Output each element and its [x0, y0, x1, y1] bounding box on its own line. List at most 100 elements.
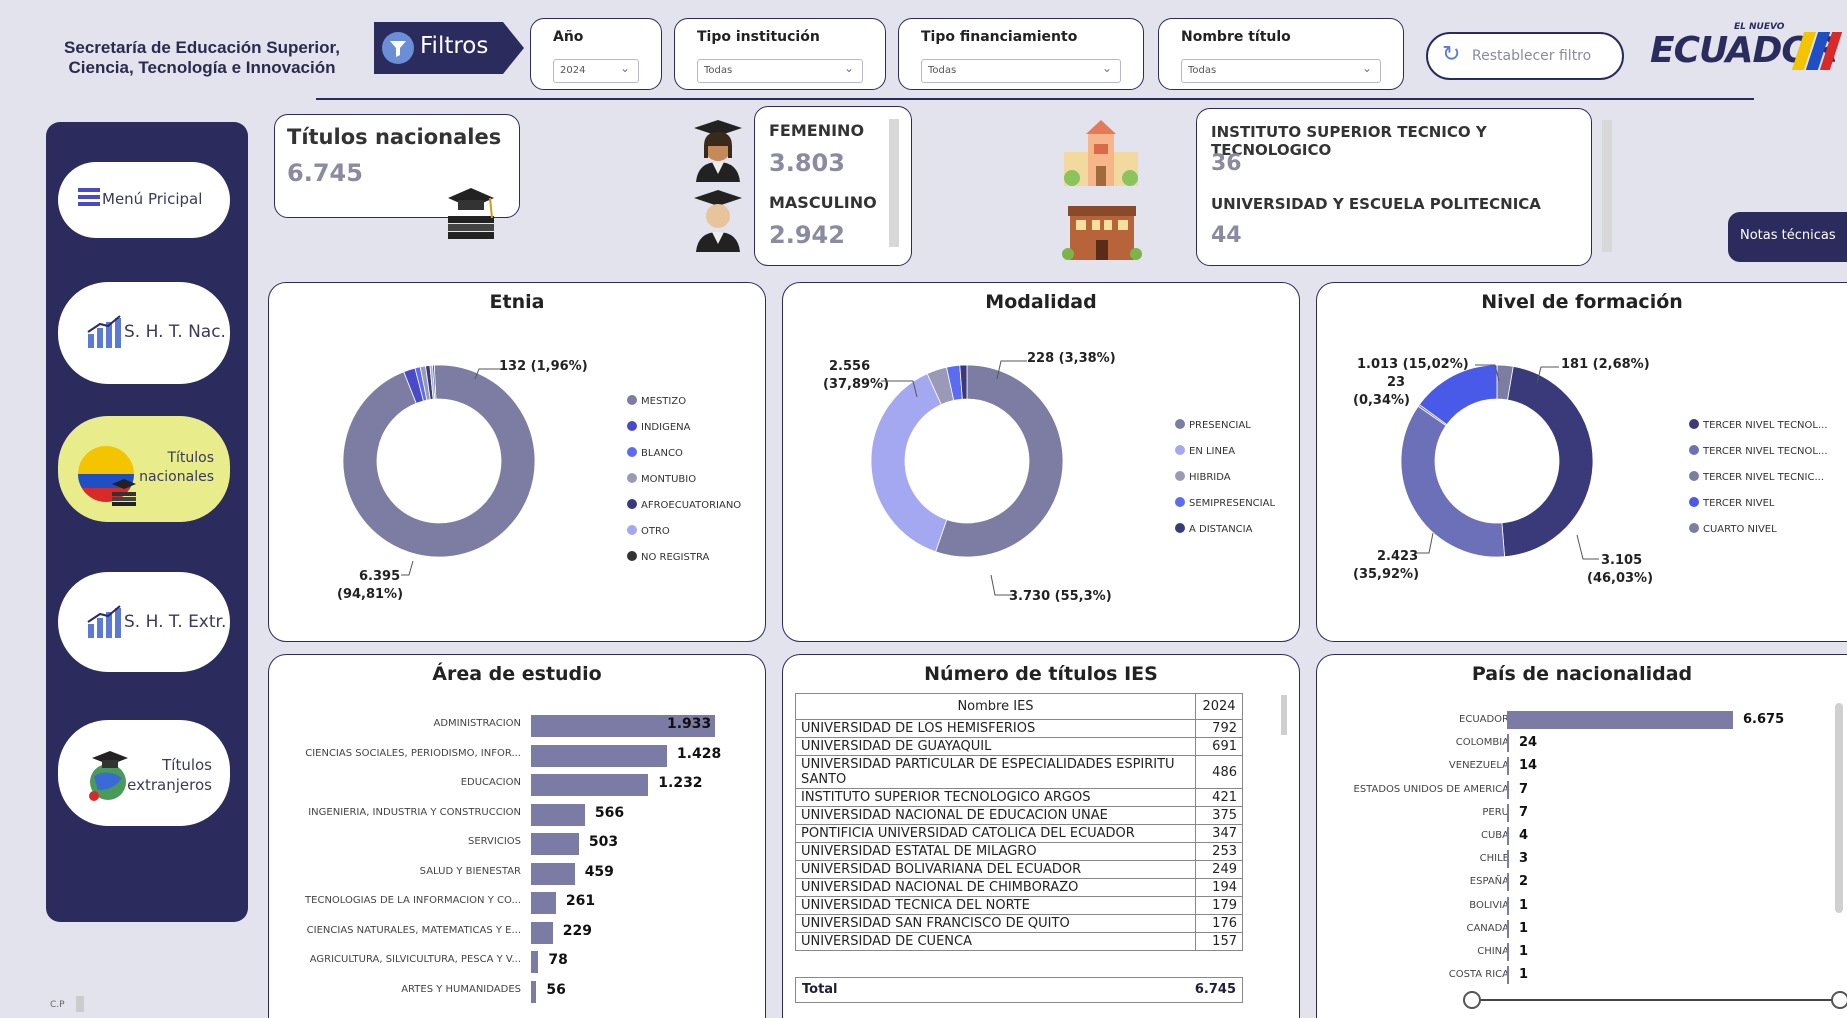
sidebar-item-titulos-extranjeros[interactable]: Títulos extranjeros	[58, 720, 230, 826]
legend-item[interactable]: SEMIPRESENCIAL	[1175, 497, 1275, 509]
bar-row: COSTA RICA 1	[1317, 964, 1847, 988]
bar-category-label: VENEZUELA	[1448, 760, 1509, 772]
filter-ano[interactable]: Año 2024 ⌄	[530, 18, 662, 90]
table-row[interactable]: UNIVERSIDAD DE CUENCA 157	[795, 932, 1243, 951]
bar[interactable]	[531, 892, 556, 914]
notas-tecnicas-button[interactable]: Notas técnicas	[1728, 212, 1847, 262]
table-row[interactable]: UNIVERSIDAD BOLIVARIANA DEL ECUADOR 249	[795, 860, 1243, 879]
filter-nombre-titulo[interactable]: Nombre título Todas ⌄	[1158, 18, 1404, 90]
bar[interactable]	[531, 833, 579, 855]
table-row[interactable]: UNIVERSIDAD NACIONAL DE CHIMBORAZO 194	[795, 878, 1243, 897]
filter-tipo-institucion-select[interactable]: Todas ⌄	[697, 59, 863, 83]
table-row[interactable]: UNIVERSIDAD NACIONAL DE EDUCACION UNAE 37…	[795, 806, 1243, 825]
table-row[interactable]: UNIVERSIDAD PARTICULAR DE ESPECIALIDADES…	[795, 755, 1243, 789]
kpi-inst-scroll[interactable]	[1602, 120, 1612, 252]
pais-range-slider[interactable]	[1473, 999, 1841, 1001]
filter-tipo-financiamiento-select[interactable]: Todas ⌄	[921, 59, 1121, 83]
bar-value-label: 3	[1519, 851, 1529, 867]
table-row[interactable]: UNIVERSIDAD DE GUAYAQUIL 691	[795, 737, 1243, 756]
bar[interactable]	[1507, 780, 1509, 799]
kpi-inst1-value: 36	[1211, 151, 1242, 176]
donut-slice[interactable]	[342, 364, 536, 558]
legend-dot	[1175, 471, 1185, 481]
filter-nombre-titulo-select[interactable]: Todas ⌄	[1181, 59, 1381, 83]
table-row[interactable]: UNIVERSIDAD SAN FRANCISCO DE QUITO 176	[795, 914, 1243, 933]
filter-tipo-financiamiento[interactable]: Tipo financiamiento Todas ⌄	[898, 18, 1144, 90]
legend-item[interactable]: OTRO	[627, 525, 670, 537]
legend-item[interactable]: CUARTO NIVEL	[1689, 523, 1777, 535]
bar[interactable]	[531, 862, 575, 885]
legend-item[interactable]: HIBRIDA	[1175, 471, 1231, 483]
chevron-down-icon: ⌄	[843, 61, 854, 75]
legend-item[interactable]: A DISTANCIA	[1175, 523, 1252, 535]
legend-item[interactable]: PRESENCIAL	[1175, 419, 1251, 431]
bar[interactable]	[531, 980, 537, 1003]
pais-scrollbar[interactable]	[1835, 703, 1843, 913]
bar[interactable]	[1507, 919, 1509, 938]
legend-item[interactable]: NO REGISTRA	[627, 551, 709, 563]
bar[interactable]	[1507, 966, 1509, 985]
filter-ano-select[interactable]: 2024 ⌄	[553, 59, 639, 83]
nivel-label-b2: (0,34%)	[1353, 393, 1410, 408]
graduation-books-icon	[440, 186, 502, 252]
legend-item[interactable]: MONTUBIO	[627, 473, 696, 485]
kpi-gender-scrollbar[interactable]	[889, 119, 899, 247]
bar[interactable]	[531, 921, 553, 944]
bar[interactable]	[1507, 873, 1509, 892]
legend-item[interactable]: EN LINEA	[1175, 445, 1235, 457]
pais-slider-handle-right[interactable]	[1831, 991, 1847, 1009]
bar[interactable]	[1507, 943, 1509, 961]
bar[interactable]	[531, 803, 585, 826]
ies-scrollbar[interactable]	[1281, 695, 1287, 735]
bar[interactable]	[1507, 803, 1509, 822]
table-row[interactable]: PONTIFICIA UNIVERSIDAD CATOLICA DEL ECUA…	[795, 824, 1243, 843]
table-cell-count: 691	[1195, 737, 1243, 756]
table-row[interactable]: UNIVERSIDAD DE LOS HEMISFERIOS 792	[795, 719, 1243, 738]
legend-label: BLANCO	[641, 448, 683, 459]
bar-value-label: 56	[546, 981, 566, 998]
bar[interactable]	[1507, 896, 1509, 915]
bar-value-label: 1	[1519, 920, 1529, 936]
table-cell-ies-name: UNIVERSIDAD BOLIVARIANA DEL ECUADOR	[795, 860, 1196, 879]
legend-item[interactable]: INDIGENA	[627, 421, 690, 433]
donut-slice[interactable]	[1501, 365, 1594, 558]
header-divider	[316, 98, 1754, 100]
sidebar-item-menu-principal[interactable]: Menú Pricipal	[58, 162, 230, 238]
bar[interactable]	[531, 744, 667, 767]
bar[interactable]	[1507, 757, 1509, 776]
table-ies-title: Número de títulos IES	[924, 663, 1158, 685]
legend-item[interactable]: TERCER NIVEL	[1689, 497, 1774, 509]
bar[interactable]	[1507, 734, 1509, 753]
legend-item[interactable]: AFROECUATORIANO	[627, 499, 741, 511]
pais-slider-handle-left[interactable]	[1463, 991, 1481, 1009]
table-cell-count: 157	[1195, 932, 1243, 951]
bar[interactable]	[531, 774, 649, 796]
bar[interactable]	[1507, 711, 1733, 729]
legend-item[interactable]: TERCER NIVEL TECNOL...	[1689, 445, 1828, 457]
table-row[interactable]: UNIVERSIDAD TECNICA DEL NORTE 179	[795, 896, 1243, 915]
ies-col-name[interactable]: Nombre IES	[795, 693, 1196, 720]
sidebar-item-titulos-nacionales[interactable]: Títulos nacionales	[58, 416, 230, 522]
ies-col-year[interactable]: 2024	[1195, 693, 1243, 720]
table-row[interactable]: INSTITUTO SUPERIOR TECNOLOGICO ARGOS 421	[795, 788, 1243, 807]
legend-item[interactable]: TERCER NIVEL TECNOL...	[1689, 419, 1828, 431]
reset-filter-button[interactable]: ↻ Restablecer filtro	[1426, 32, 1624, 80]
bar[interactable]	[1507, 827, 1509, 845]
donut-slice[interactable]	[870, 373, 948, 553]
legend-dot	[1175, 419, 1185, 429]
filter-icon	[382, 32, 414, 64]
legend-item[interactable]: BLANCO	[627, 447, 683, 459]
ecuador-logo: EL NUEVO ECUADOR	[1648, 22, 1843, 78]
bar-value-label: 24	[1519, 735, 1538, 751]
nivel-leader-c	[1536, 366, 1559, 384]
legend-label: TERCER NIVEL	[1703, 498, 1775, 509]
legend-item[interactable]: TERCER NIVEL TECNIC...	[1689, 471, 1824, 483]
sidebar-item-sht-nac[interactable]: S. H. T. Nac.	[58, 282, 230, 384]
table-row[interactable]: UNIVERSIDAD ESTATAL DE MILAGRO 253	[795, 842, 1243, 861]
legend-item[interactable]: MESTIZO	[627, 395, 686, 407]
bar[interactable]	[1507, 850, 1509, 869]
filter-tipo-institucion[interactable]: Tipo institución Todas ⌄	[674, 18, 886, 90]
sidebar-item-sht-extr[interactable]: S. H. T. Extr.	[58, 572, 230, 672]
books-icon	[108, 478, 140, 512]
bar[interactable]	[531, 951, 539, 973]
